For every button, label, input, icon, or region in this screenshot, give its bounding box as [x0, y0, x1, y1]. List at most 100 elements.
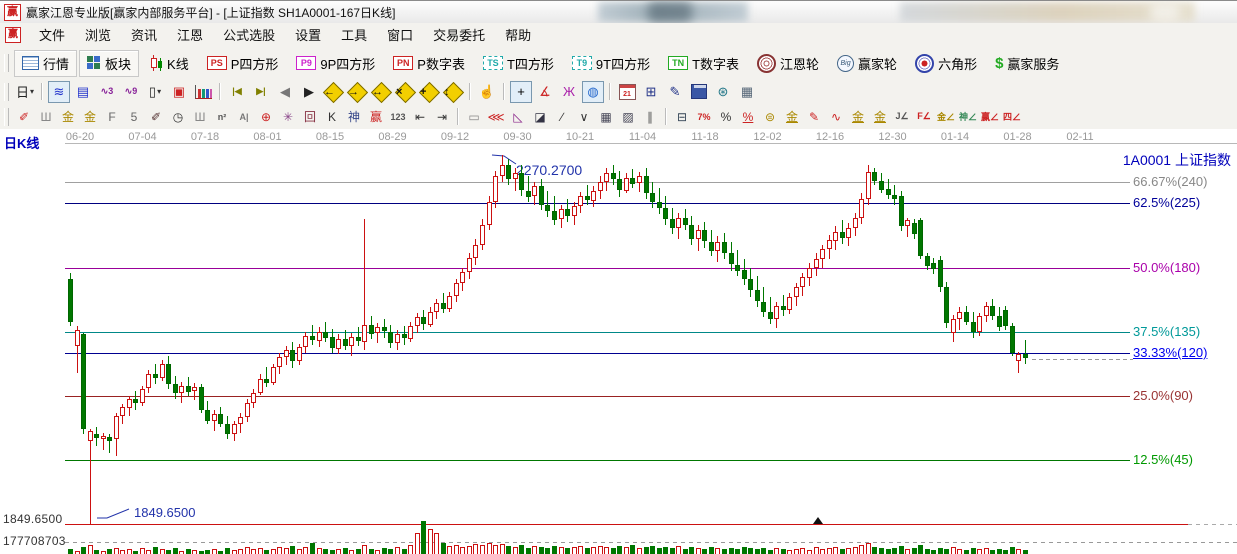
- grid-arrow-icon[interactable]: ▨: [618, 106, 638, 127]
- page-prev-icon[interactable]: ◀: [274, 81, 296, 103]
- toolbar-grip[interactable]: [4, 54, 9, 72]
- winner-wheel-button[interactable]: Big赢家轮: [829, 50, 905, 77]
- 9p-square-button[interactable]: P99P四方形: [288, 50, 383, 77]
- grid-shen-icon[interactable]: 神: [344, 106, 364, 127]
- angle-measure-icon[interactable]: ∡: [534, 81, 556, 103]
- t-square-button[interactable]: TST四方形: [475, 50, 562, 77]
- goto-first-icon[interactable]: |◀: [226, 81, 248, 103]
- menu-item-8[interactable]: 交易委托: [423, 25, 495, 46]
- wave-red-icon[interactable]: ∿: [826, 106, 846, 127]
- thin-candle-icon[interactable]: ▯▾: [144, 81, 166, 103]
- grid-123-icon[interactable]: 123: [388, 106, 408, 127]
- grid-time-icon[interactable]: Ш: [36, 106, 56, 127]
- box-frame-icon[interactable]: ▭: [464, 106, 484, 127]
- percent-line-icon[interactable]: 7%: [694, 106, 714, 127]
- grid-gold2-icon[interactable]: 金: [80, 106, 100, 127]
- grid-f-icon[interactable]: F: [102, 106, 122, 127]
- t-number-table-button[interactable]: TNT数字表: [660, 50, 747, 77]
- angle-f-icon[interactable]: F∠: [914, 106, 934, 127]
- angle-j-icon[interactable]: J∠: [892, 106, 912, 127]
- web-share-icon[interactable]: ⊛: [712, 81, 734, 103]
- gold-line-icon[interactable]: 金: [782, 106, 802, 127]
- parallel-lines-icon[interactable]: ∥: [640, 106, 660, 127]
- list-notes-icon[interactable]: ▤: [72, 81, 94, 103]
- menu-item-3[interactable]: 江恩: [167, 25, 213, 46]
- notepad-icon[interactable]: ✎: [664, 81, 686, 103]
- compress-icon[interactable]: ×: [394, 81, 416, 103]
- percent-eq-icon[interactable]: %: [738, 106, 758, 127]
- zoom-vertical-icon[interactable]: ↕: [442, 81, 464, 103]
- fan-dark-icon[interactable]: ◪: [530, 106, 550, 127]
- circle-cross-icon[interactable]: ⊕: [256, 106, 276, 127]
- angle-win-icon[interactable]: 赢∠: [980, 106, 1000, 127]
- k-quote-icon[interactable]: K: [322, 106, 342, 127]
- grid2-icon[interactable]: Ш: [190, 106, 210, 127]
- angle-shen-icon[interactable]: 神∠: [958, 106, 978, 127]
- pen-drop-icon[interactable]: ✎: [804, 106, 824, 127]
- menu-item-1[interactable]: 浏览: [75, 25, 121, 46]
- brush-icon[interactable]: ✐: [14, 106, 34, 127]
- 9t-square-button[interactable]: T99T四方形: [564, 50, 658, 77]
- hexagon-button[interactable]: 六角形: [907, 50, 985, 77]
- wave3-icon[interactable]: ∿3: [96, 81, 118, 103]
- target-square-icon[interactable]: 回: [300, 106, 320, 127]
- grid-5-icon[interactable]: 5: [124, 106, 144, 127]
- save-icon[interactable]: [688, 81, 710, 103]
- toolbar-grip[interactable]: [4, 83, 9, 101]
- menu-item-7[interactable]: 窗口: [377, 25, 423, 46]
- crosshair-icon[interactable]: +: [510, 81, 532, 103]
- wave9-icon[interactable]: ∿9: [120, 81, 142, 103]
- print-icon[interactable]: ▦: [736, 81, 758, 103]
- market-quotes-button[interactable]: 行情: [14, 50, 77, 77]
- calculator-icon[interactable]: ⊞: [640, 81, 662, 103]
- grid-dark-icon[interactable]: ▦: [596, 106, 616, 127]
- kline-button[interactable]: K线: [141, 50, 197, 77]
- calendar-21-icon[interactable]: 21: [616, 81, 638, 103]
- p-square-button[interactable]: PSP四方形: [199, 50, 287, 77]
- kline-period-icon[interactable]: 日▾: [14, 81, 36, 103]
- expand-cross-icon[interactable]: +: [418, 81, 440, 103]
- menu-item-2[interactable]: 资讯: [121, 25, 167, 46]
- trend-line-icon[interactable]: ∕: [552, 106, 572, 127]
- freehand-icon[interactable]: ≋: [48, 81, 70, 103]
- zigzag-icon[interactable]: ∨: [574, 106, 594, 127]
- toolbar-grip[interactable]: [4, 108, 9, 126]
- percent-icon[interactable]: %: [716, 106, 736, 127]
- angle-four-icon[interactable]: 四∠: [1002, 106, 1022, 127]
- gann-fan-tool-icon[interactable]: Ж: [558, 81, 580, 103]
- winner-service-button[interactable]: $赢家服务: [987, 50, 1067, 77]
- gold-wave-icon[interactable]: 金: [848, 106, 868, 127]
- menu-item-5[interactable]: 设置: [285, 25, 331, 46]
- red-frame-icon[interactable]: ▣: [168, 81, 190, 103]
- menu-item-0[interactable]: 文件: [29, 25, 75, 46]
- clock-grid-icon[interactable]: ◷: [168, 106, 188, 127]
- grid-win-icon[interactable]: 赢: [366, 106, 386, 127]
- sectors-button[interactable]: 板块: [79, 50, 139, 77]
- n-squared-icon[interactable]: n²: [212, 106, 232, 127]
- fan-box-icon[interactable]: ◺: [508, 106, 528, 127]
- hand-drag-icon[interactable]: ☝: [476, 81, 498, 103]
- pan-right-icon[interactable]: →: [346, 81, 368, 103]
- grid-gold-icon[interactable]: 金: [58, 106, 78, 127]
- zoom-horizontal-icon[interactable]: ↔: [370, 81, 392, 103]
- spiral-icon[interactable]: ✳: [278, 106, 298, 127]
- color-histogram-icon[interactable]: [192, 81, 214, 103]
- chart-canvas[interactable]: 日K线 1A0001 上证指数 2270.2700 1849.6500 1849…: [0, 129, 1237, 554]
- step-left-icon[interactable]: ⇤: [410, 106, 430, 127]
- window-titlebar[interactable]: 赢 赢家江恩专业版[赢家内部服务平台] - [上证指数 SH1A0001-167…: [0, 1, 1237, 24]
- fan-red-icon[interactable]: ⋘: [486, 106, 506, 127]
- goto-last-icon[interactable]: ▶|: [250, 81, 272, 103]
- menu-item-4[interactable]: 公式选股: [213, 25, 285, 46]
- step-right-icon[interactable]: ⇥: [432, 106, 452, 127]
- menu-item-9[interactable]: 帮助: [495, 25, 541, 46]
- menu-item-6[interactable]: 工具: [331, 25, 377, 46]
- gold2-icon[interactable]: 金: [870, 106, 890, 127]
- angle-gold-icon[interactable]: 金∠: [936, 106, 956, 127]
- gann-wheel-button[interactable]: 江恩轮: [749, 50, 827, 77]
- stats-box-icon[interactable]: ⊟: [672, 106, 692, 127]
- p-number-table-button[interactable]: PNP数字表: [385, 50, 473, 77]
- pan-left-icon[interactable]: ←: [322, 81, 344, 103]
- circle-gold-icon[interactable]: ⊜: [760, 106, 780, 127]
- page-next-icon[interactable]: ▶: [298, 81, 320, 103]
- a-rule-icon[interactable]: A|: [234, 106, 254, 127]
